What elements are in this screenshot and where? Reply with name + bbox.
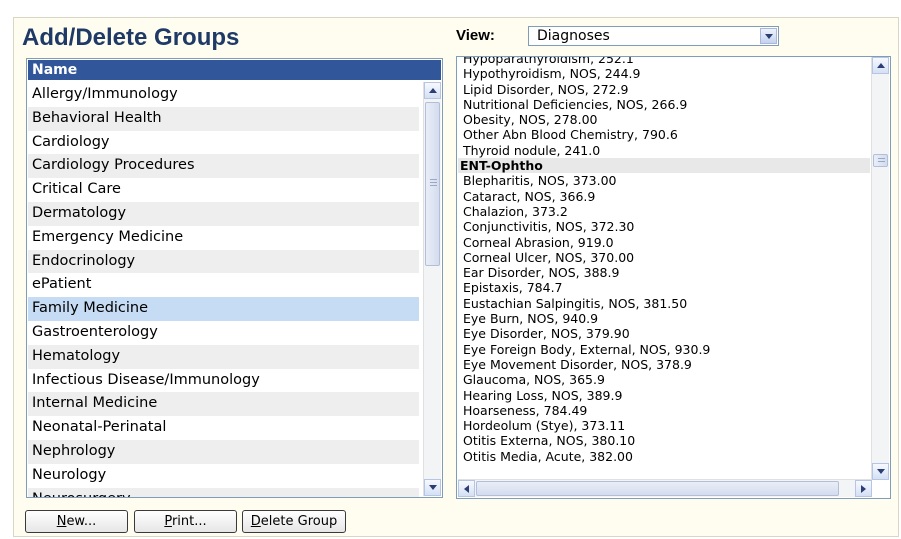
diagnosis-item[interactable]: Eye Foreign Body, External, NOS, 930.9 (458, 342, 870, 357)
diagnosis-item[interactable]: Eye Disorder, NOS, 379.90 (458, 326, 870, 341)
scroll-up-button[interactable] (424, 82, 441, 99)
chevron-down-icon (428, 485, 437, 490)
diagnosis-item[interactable]: Eye Burn, NOS, 940.9 (458, 311, 870, 326)
scroll-up-button[interactable] (872, 57, 889, 74)
chevron-down-icon (876, 469, 885, 474)
diagnoses-horizontal-scrollbar[interactable] (458, 479, 872, 497)
chevron-down-icon (764, 33, 773, 39)
delete-group-button[interactable]: Delete Group (242, 510, 346, 533)
scroll-down-button[interactable] (424, 479, 441, 496)
chevron-left-icon (464, 484, 469, 493)
diagnosis-item[interactable]: Otitis Externa, NOS, 380.10 (458, 433, 870, 448)
diagnoses-rows: Hypoparathyroidism, 252.1 Hypothyroidism,… (458, 57, 870, 464)
list-item[interactable]: Hematology (28, 344, 419, 369)
group-list-scrollbar[interactable] (423, 82, 441, 496)
list-item[interactable]: Dermatology (28, 201, 419, 226)
view-label: View: (456, 27, 495, 44)
diagnosis-item[interactable]: Ear Disorder, NOS, 388.9 (458, 265, 870, 280)
list-item[interactable]: Infectious Disease/Immunology (28, 369, 419, 393)
list-item[interactable]: Cardiology Procedures (28, 154, 419, 179)
name-column-header[interactable]: Name (28, 60, 441, 80)
print-button[interactable]: Print... (134, 510, 237, 533)
list-item[interactable]: Neurosurgery (28, 487, 419, 497)
scroll-down-button[interactable] (872, 463, 889, 480)
diagnosis-item[interactable]: Other Abn Blood Chemistry, 790.6 (458, 127, 870, 142)
list-item[interactable]: Neonatal-Perinatal (28, 416, 419, 440)
list-item[interactable]: Cardiology (28, 131, 419, 155)
diagnosis-item[interactable]: Epistaxis, 784.7 (458, 280, 870, 295)
diagnoses-list[interactable]: Hypoparathyroidism, 252.1 Hypothyroidism,… (456, 56, 891, 499)
list-item[interactable]: Behavioral Health (28, 106, 419, 131)
diagnosis-item[interactable]: Hoarseness, 784.49 (458, 403, 870, 418)
chevron-up-icon (876, 63, 885, 68)
diagnoses-vertical-scrollbar[interactable] (871, 57, 889, 480)
list-item[interactable]: Neurology (28, 464, 419, 488)
chevron-up-icon (428, 88, 437, 93)
scroll-right-button[interactable] (855, 480, 872, 497)
diagnosis-item[interactable]: Cataract, NOS, 366.9 (458, 189, 870, 204)
diagnosis-item[interactable]: Blepharitis, NOS, 373.00 (458, 173, 870, 188)
diagnosis-item[interactable]: Otitis Media, Acute, 382.00 (458, 449, 870, 464)
diagnosis-item[interactable]: Hypoparathyroidism, 252.1 (458, 57, 870, 66)
view-dropdown-value: Diagnoses (537, 28, 610, 44)
view-dropdown[interactable]: Diagnoses (528, 26, 779, 46)
group-list[interactable]: Name Allergy/Immunology Behavioral Health… (26, 58, 443, 498)
list-item[interactable]: Gastroenterology (28, 321, 419, 345)
list-item[interactable]: Family Medicine (28, 297, 419, 321)
diagnosis-item[interactable]: Eye Movement Disorder, NOS, 378.9 (458, 357, 870, 372)
list-item[interactable]: Internal Medicine (28, 392, 419, 417)
list-item[interactable]: Endocrinology (28, 249, 419, 274)
diagnosis-item[interactable]: Corneal Abrasion, 919.0 (458, 235, 870, 250)
category-header[interactable]: ENT-Ophtho (458, 158, 870, 174)
diagnosis-item[interactable]: Chalazion, 373.2 (458, 204, 870, 219)
new-button[interactable]: New... (25, 510, 128, 533)
scroll-thumb[interactable] (873, 154, 888, 167)
list-item[interactable]: Nephrology (28, 439, 419, 464)
diagnosis-item[interactable]: Corneal Ulcer, NOS, 370.00 (458, 250, 870, 265)
list-item[interactable]: Allergy/Immunology (28, 83, 419, 107)
list-item[interactable]: ePatient (28, 273, 419, 297)
diagnosis-item[interactable]: Nutritional Deficiencies, NOS, 266.9 (458, 97, 870, 112)
diagnosis-item[interactable]: Obesity, NOS, 278.00 (458, 112, 870, 127)
chevron-right-icon (861, 484, 866, 493)
diagnosis-item[interactable]: Hearing Loss, NOS, 389.9 (458, 388, 870, 403)
group-rows: Allergy/Immunology Behavioral Health Cardi… (28, 83, 419, 497)
diagnosis-item[interactable]: Conjunctivitis, NOS, 372.30 (458, 219, 870, 234)
dropdown-arrow-button[interactable] (760, 28, 777, 44)
horizontal-scroll-thumb[interactable] (476, 481, 839, 496)
page-title: Add/Delete Groups (22, 24, 240, 51)
list-item[interactable]: Emergency Medicine (28, 226, 419, 250)
scroll-left-button[interactable] (458, 480, 475, 497)
diagnosis-item[interactable]: Hordeolum (Stye), 373.11 (458, 418, 870, 433)
list-item[interactable]: Critical Care (28, 178, 419, 202)
diagnosis-item[interactable]: Lipid Disorder, NOS, 272.9 (458, 82, 870, 97)
diagnosis-item[interactable]: Glaucoma, NOS, 365.9 (458, 372, 870, 387)
diagnosis-item[interactable]: Thyroid nodule, 241.0 (458, 143, 870, 158)
diagnosis-item[interactable]: Hypothyroidism, NOS, 244.9 (458, 66, 870, 81)
scroll-thumb[interactable] (425, 102, 440, 266)
diagnosis-item[interactable]: Eustachian Salpingitis, NOS, 381.50 (458, 296, 870, 311)
